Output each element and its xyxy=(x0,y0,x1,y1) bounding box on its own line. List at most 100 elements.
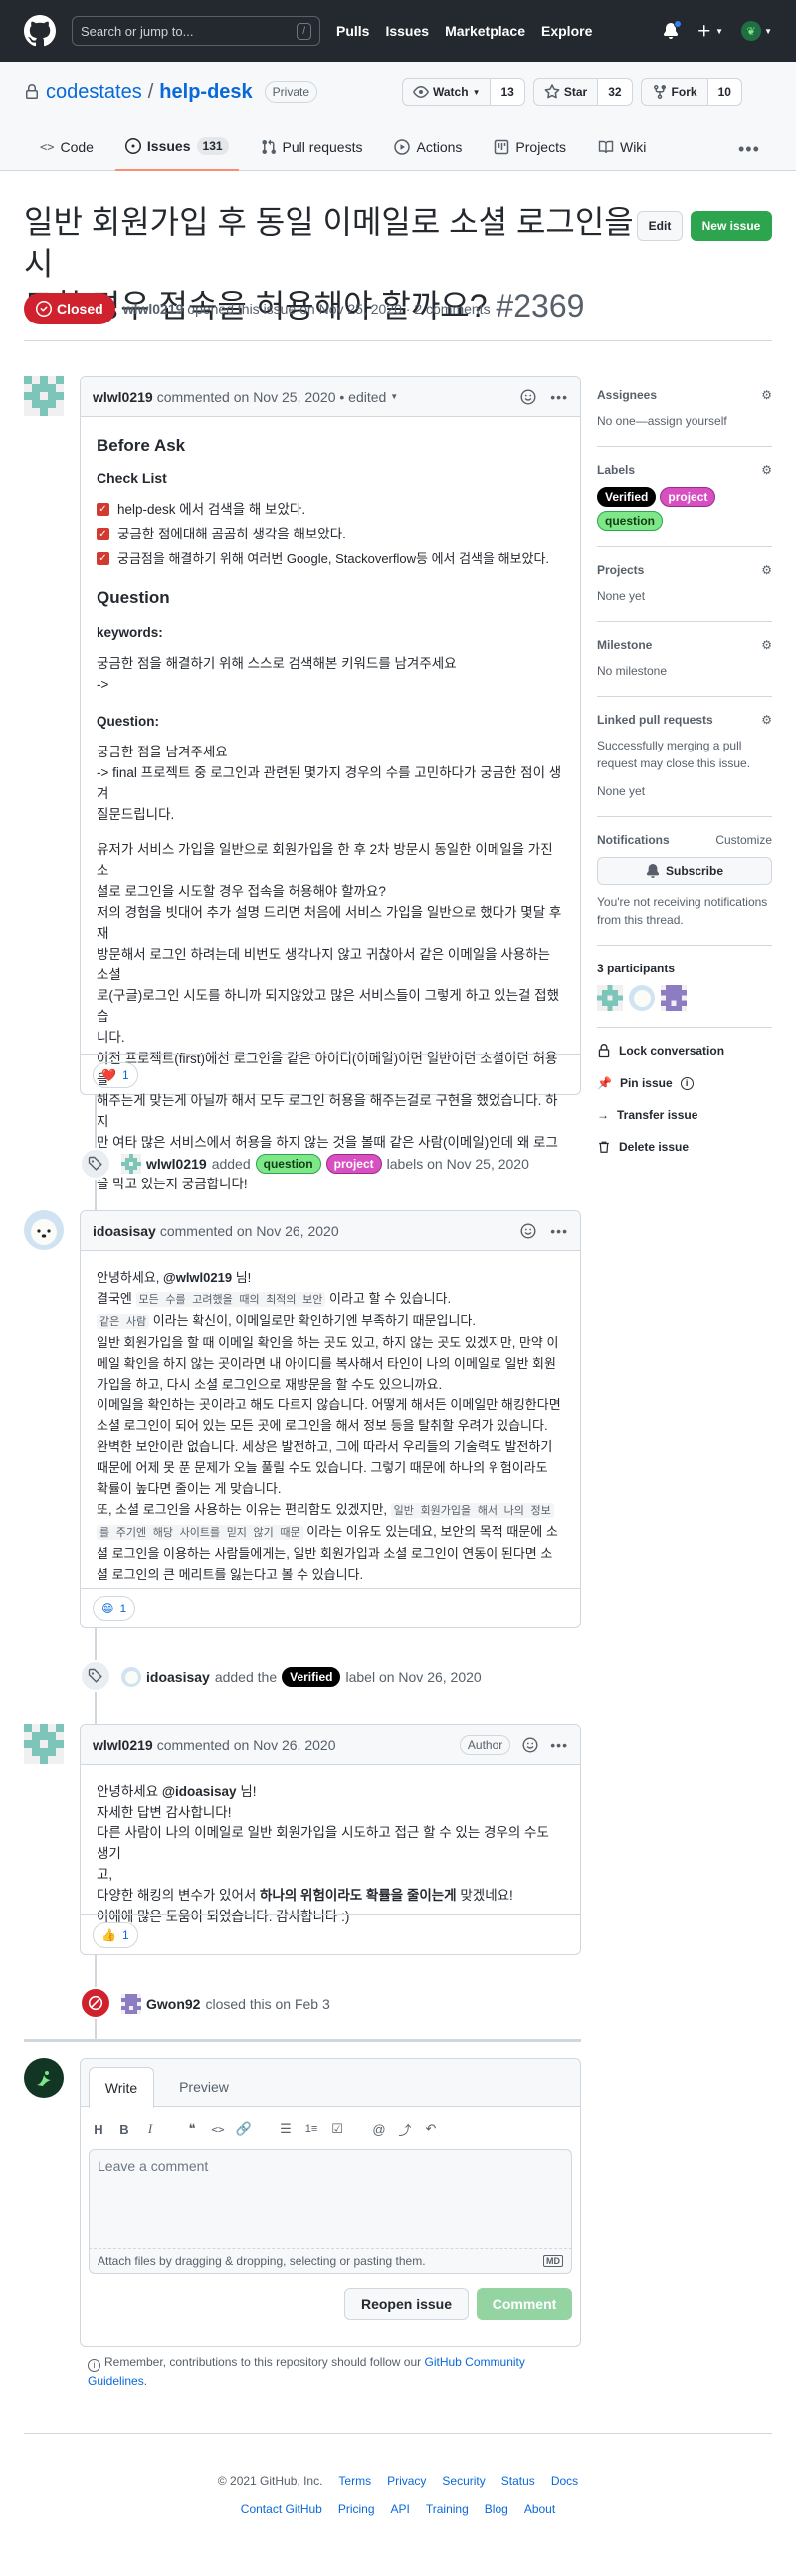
italic-icon[interactable]: I xyxy=(140,2119,160,2139)
guidelines-link[interactable]: Guidelines xyxy=(88,2374,144,2388)
assignees-header[interactable]: Assignees ⚙ xyxy=(597,388,772,402)
tab-preview[interactable]: Preview xyxy=(166,2067,242,2107)
footer-link-status[interactable]: Status xyxy=(501,2474,535,2488)
tab-issues[interactable]: Issues 131 xyxy=(114,123,239,171)
attach-files-bar[interactable]: Attach files by dragging & dropping, sel… xyxy=(89,2249,572,2274)
add-reaction-smiley-icon[interactable] xyxy=(520,388,536,405)
gear-icon[interactable]: ⚙ xyxy=(761,463,772,477)
more-tabs-kebab-icon[interactable]: ••• xyxy=(738,139,760,160)
label-verified[interactable]: Verified xyxy=(282,1667,341,1687)
footer-link-api[interactable]: API xyxy=(391,2502,410,2516)
nav-issues[interactable]: Issues xyxy=(385,23,429,39)
comment-author[interactable]: idoasisay xyxy=(93,1223,156,1239)
gear-icon[interactable]: ⚙ xyxy=(761,563,772,577)
markdown-icon[interactable]: MD xyxy=(543,2254,563,2267)
edit-title-button[interactable]: Edit xyxy=(637,211,683,241)
label-question[interactable]: question xyxy=(597,511,663,531)
numbered-list-icon[interactable]: 1≡ xyxy=(301,2119,321,2139)
footer-link-pricing[interactable]: Pricing xyxy=(338,2502,375,2516)
lock-conversation-button[interactable]: Lock conversation xyxy=(597,1044,772,1058)
watch-count[interactable]: 13 xyxy=(491,79,524,105)
event-actor[interactable]: wlwl0219 xyxy=(146,1156,207,1172)
event-avatar-wlwl0219[interactable] xyxy=(121,1154,141,1174)
tab-projects[interactable]: Projects xyxy=(484,123,576,171)
github-logo-icon[interactable] xyxy=(24,15,56,47)
linked-prs-header[interactable]: Linked pull requests ⚙ xyxy=(597,713,772,727)
label-verified[interactable]: Verified xyxy=(597,487,657,507)
gear-icon[interactable]: ⚙ xyxy=(761,388,772,402)
star-count[interactable]: 32 xyxy=(598,79,632,105)
avatar-wlwl0219[interactable] xyxy=(24,1724,64,1764)
event-actor[interactable]: idoasisay xyxy=(146,1669,210,1685)
comment-options-kebab-icon[interactable]: ••• xyxy=(550,1223,568,1239)
avatar-wlwl0219[interactable] xyxy=(24,376,64,416)
star-button[interactable]: Star 32 xyxy=(532,78,633,106)
nav-marketplace[interactable]: Marketplace xyxy=(445,23,525,39)
code-icon[interactable]: <> xyxy=(208,2119,228,2139)
participant-avatar-idoasisay[interactable] xyxy=(629,985,655,1011)
nav-explore[interactable]: Explore xyxy=(541,23,592,39)
delete-issue-button[interactable]: Delete issue xyxy=(597,1140,772,1154)
pin-issue-button[interactable]: 📌 Pin issue i xyxy=(597,1076,772,1090)
current-user-avatar[interactable] xyxy=(24,2058,64,2098)
labels-header[interactable]: Labels ⚙ xyxy=(597,463,772,477)
gear-icon[interactable]: ⚙ xyxy=(761,638,772,652)
gear-icon[interactable]: ⚙ xyxy=(761,713,772,727)
repo-owner-link[interactable]: codestates xyxy=(46,81,142,104)
event-avatar-gwon92[interactable] xyxy=(121,1994,141,2014)
footer-link-terms[interactable]: Terms xyxy=(338,2474,371,2488)
bulleted-list-icon[interactable]: ☰ xyxy=(276,2119,296,2139)
comment-options-kebab-icon[interactable]: ••• xyxy=(550,389,568,405)
notifications-bell-icon[interactable] xyxy=(663,20,683,39)
event-avatar-idoasisay[interactable] xyxy=(121,1667,141,1687)
comment-textarea[interactable]: Leave a comment xyxy=(89,2149,572,2249)
add-reaction-smiley-icon[interactable] xyxy=(520,1222,536,1239)
tab-actions[interactable]: Actions xyxy=(384,123,472,171)
avatar-idoasisay[interactable] xyxy=(24,1210,64,1250)
task-list-icon[interactable]: ☑ xyxy=(327,2119,347,2139)
reaction-thumbs-up[interactable]: 👍 1 xyxy=(93,1921,138,1948)
search-input[interactable]: Search or jump to... / xyxy=(72,16,320,46)
watch-button[interactable]: Watch ▼ 13 xyxy=(402,78,525,106)
checkbox-checked-icon[interactable]: ✓ xyxy=(97,528,109,540)
community-guidelines-link[interactable]: GitHub Community xyxy=(425,2355,525,2369)
comment-author[interactable]: wlwl0219 xyxy=(93,1737,153,1753)
mention-icon[interactable]: @ xyxy=(369,2119,389,2139)
footer-link-security[interactable]: Security xyxy=(442,2474,485,2488)
reaction-smile[interactable]: 😄 1 xyxy=(93,1595,136,1621)
transfer-issue-button[interactable]: → Transfer issue xyxy=(597,1108,772,1122)
footer-link-training[interactable]: Training xyxy=(426,2502,469,2516)
quote-icon[interactable]: ❝ xyxy=(182,2119,202,2139)
tab-code[interactable]: <> Code xyxy=(30,123,103,171)
user-avatar-menu[interactable]: ❦ ▼ xyxy=(741,21,772,41)
reaction-heart[interactable]: ❤️ 1 xyxy=(93,1061,138,1088)
comment-submit-button[interactable]: Comment xyxy=(477,2288,572,2320)
create-new-plus-icon[interactable]: ▼ xyxy=(696,23,723,39)
participant-avatar-gwon92[interactable] xyxy=(661,985,687,1011)
projects-header[interactable]: Projects ⚙ xyxy=(597,563,772,577)
mention-idoasisay[interactable]: @idoasisay xyxy=(162,1784,237,1799)
repo-name-link[interactable]: help-desk xyxy=(159,81,252,104)
fork-button[interactable]: Fork 10 xyxy=(640,78,742,106)
tab-wiki[interactable]: Wiki xyxy=(588,123,656,171)
assignees-value[interactable]: No one—assign yourself xyxy=(597,412,772,430)
comment-options-kebab-icon[interactable]: ••• xyxy=(550,1737,568,1753)
subscribe-button[interactable]: Subscribe xyxy=(597,857,772,885)
fork-count[interactable]: 10 xyxy=(707,79,741,105)
participant-avatar-wlwl0219[interactable] xyxy=(597,985,623,1011)
heading-icon[interactable]: H xyxy=(89,2119,108,2139)
cross-reference-icon[interactable]: ⤴ xyxy=(395,2119,415,2139)
checkbox-checked-icon[interactable]: ✓ xyxy=(97,503,109,516)
footer-link-blog[interactable]: Blog xyxy=(485,2502,508,2516)
footer-link-contact[interactable]: Contact GitHub xyxy=(241,2502,322,2516)
customize-link[interactable]: Customize xyxy=(715,833,772,847)
footer-link-about[interactable]: About xyxy=(524,2502,555,2516)
tab-pull-requests[interactable]: Pull requests xyxy=(251,123,373,171)
label-project[interactable]: project xyxy=(660,487,716,507)
label-project[interactable]: project xyxy=(325,1154,382,1174)
link-icon[interactable]: 🔗 xyxy=(234,2119,254,2139)
mention-wlwl0219[interactable]: @wlwl0219 xyxy=(163,1270,232,1285)
reply-icon[interactable]: ↶ xyxy=(421,2119,441,2139)
edited-dropdown[interactable]: • edited xyxy=(339,389,386,405)
footer-link-privacy[interactable]: Privacy xyxy=(387,2474,426,2488)
